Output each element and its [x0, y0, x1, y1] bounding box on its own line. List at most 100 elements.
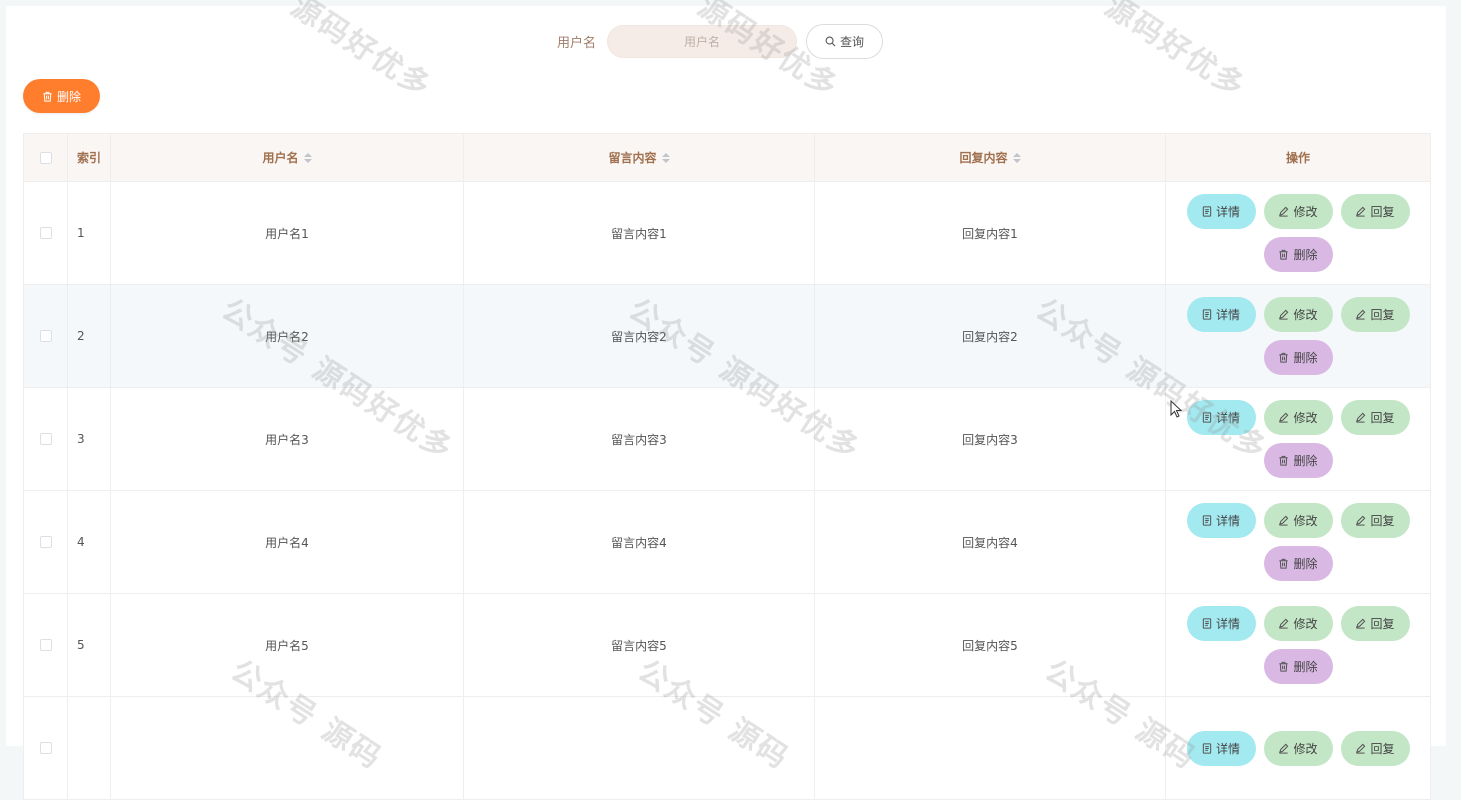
- trash-icon: [1279, 352, 1289, 363]
- header-reply-label: 回复内容: [959, 151, 1008, 165]
- reply-button[interactable]: 回复: [1340, 503, 1410, 538]
- edit-button[interactable]: 修改: [1263, 730, 1333, 766]
- header-message[interactable]: 留言内容: [464, 134, 815, 181]
- bulk-delete-label: 删除: [56, 89, 81, 104]
- header-username[interactable]: 用户名: [111, 134, 464, 181]
- detail-button[interactable]: 详情: [1186, 503, 1256, 538]
- query-button[interactable]: 查询: [806, 24, 884, 59]
- detail-button[interactable]: 详情: [1186, 400, 1256, 435]
- row-checkbox-cell: [24, 697, 68, 799]
- row-checkbox[interactable]: [39, 433, 52, 445]
- message-value: 留言内容5: [611, 638, 667, 653]
- row-checkbox[interactable]: [39, 227, 52, 239]
- trash-icon: [1279, 661, 1289, 672]
- reply-value: 回复内容2: [962, 329, 1018, 344]
- username-cell: [111, 697, 464, 799]
- delete-button[interactable]: 删除: [1263, 443, 1333, 478]
- sort-icon[interactable]: [661, 152, 670, 163]
- index-cell: 3: [68, 388, 111, 490]
- username-value: 用户名5: [265, 638, 309, 653]
- message-cell: 留言内容4: [464, 491, 815, 593]
- reply-cell: 回复内容2: [815, 285, 1166, 387]
- sort-icon[interactable]: [1012, 152, 1021, 163]
- index-cell: 5: [68, 594, 111, 696]
- delete-button[interactable]: 删除: [1263, 649, 1333, 684]
- reply-button[interactable]: 回复: [1340, 297, 1410, 332]
- actions-cell: 详情 修改 回复 删除: [1166, 594, 1430, 696]
- reply-label: 回复: [1370, 514, 1395, 528]
- delete-button[interactable]: 删除: [1263, 340, 1333, 375]
- pencil-icon: [1356, 515, 1366, 526]
- detail-label: 详情: [1215, 308, 1240, 322]
- bulk-delete-button[interactable]: 删除: [23, 79, 100, 113]
- detail-button[interactable]: 详情: [1186, 606, 1256, 641]
- username-cell: 用户名1: [111, 182, 464, 284]
- row-checkbox[interactable]: [39, 536, 52, 548]
- reply-label: 回复: [1370, 205, 1395, 219]
- username-value: 用户名4: [265, 535, 309, 550]
- table-row: 2 用户名2 留言内容2 回复内容2 详情 修改 回复 删除: [24, 285, 1430, 388]
- reply-value: 回复内容3: [962, 432, 1018, 447]
- reply-button[interactable]: 回复: [1340, 730, 1410, 766]
- message-value: 留言内容1: [611, 226, 667, 241]
- detail-button[interactable]: 详情: [1186, 297, 1256, 332]
- detail-button[interactable]: 详情: [1186, 194, 1256, 229]
- reply-label: 回复: [1370, 308, 1395, 322]
- row-checkbox[interactable]: [39, 639, 52, 651]
- document-icon: [1202, 206, 1212, 217]
- detail-label: 详情: [1215, 741, 1240, 756]
- edit-button[interactable]: 修改: [1263, 503, 1333, 538]
- row-checkbox[interactable]: [39, 742, 52, 754]
- reply-button[interactable]: 回复: [1340, 606, 1410, 641]
- username-search-input[interactable]: [607, 25, 798, 58]
- header-reply[interactable]: 回复内容: [815, 134, 1166, 181]
- username-cell: 用户名2: [111, 285, 464, 387]
- actions-cell: 详情 修改 回复: [1166, 697, 1430, 799]
- reply-cell: 回复内容1: [815, 182, 1166, 284]
- trash-icon: [1279, 558, 1289, 569]
- message-cell: [464, 697, 815, 799]
- sort-icon[interactable]: [303, 152, 312, 163]
- reply-button[interactable]: 回复: [1340, 194, 1410, 229]
- search-bar: 用户名 查询: [557, 24, 884, 59]
- index-value: 3: [77, 432, 85, 446]
- detail-label: 详情: [1215, 411, 1240, 425]
- detail-label: 详情: [1215, 514, 1240, 528]
- trash-icon: [1279, 249, 1289, 260]
- actions-cell: 详情 修改 回复 删除: [1166, 285, 1430, 387]
- trash-icon: [1279, 455, 1289, 466]
- document-icon: [1202, 618, 1212, 629]
- row-actions: 详情 修改 回复: [1183, 730, 1413, 766]
- detail-button[interactable]: 详情: [1186, 730, 1256, 766]
- row-checkbox-cell: [24, 594, 68, 696]
- delete-button[interactable]: 删除: [1263, 546, 1333, 581]
- search-icon: [825, 36, 836, 47]
- detail-label: 详情: [1215, 205, 1240, 219]
- reply-cell: [815, 697, 1166, 799]
- edit-label: 修改: [1293, 205, 1318, 219]
- row-actions: 详情 修改 回复 删除: [1183, 503, 1413, 581]
- trash-icon: [43, 91, 52, 102]
- table-header: 索引 用户名 留言内容 回复内容 操作: [24, 134, 1430, 182]
- edit-button[interactable]: 修改: [1263, 297, 1333, 332]
- index-cell: 1: [68, 182, 111, 284]
- edit-button[interactable]: 修改: [1263, 606, 1333, 641]
- edit-button[interactable]: 修改: [1263, 194, 1333, 229]
- row-checkbox[interactable]: [39, 330, 52, 342]
- index-cell: [68, 697, 111, 799]
- edit-button[interactable]: 修改: [1263, 400, 1333, 435]
- header-checkbox-cell: [24, 134, 68, 181]
- message-cell: 留言内容5: [464, 594, 815, 696]
- table-row: 详情 修改 回复: [24, 697, 1430, 800]
- index-cell: 4: [68, 491, 111, 593]
- reply-button[interactable]: 回复: [1340, 400, 1410, 435]
- message-table: 索引 用户名 留言内容 回复内容 操作 1 用户名1 留言内容1 回复内容1 详…: [23, 133, 1431, 800]
- select-all-checkbox[interactable]: [39, 151, 52, 164]
- pencil-icon: [1356, 206, 1366, 217]
- pencil-icon: [1279, 743, 1289, 754]
- header-actions-label: 操作: [1285, 151, 1310, 165]
- row-actions: 详情 修改 回复 删除: [1183, 400, 1413, 478]
- delete-button[interactable]: 删除: [1263, 237, 1333, 272]
- username-cell: 用户名5: [111, 594, 464, 696]
- message-cell: 留言内容2: [464, 285, 815, 387]
